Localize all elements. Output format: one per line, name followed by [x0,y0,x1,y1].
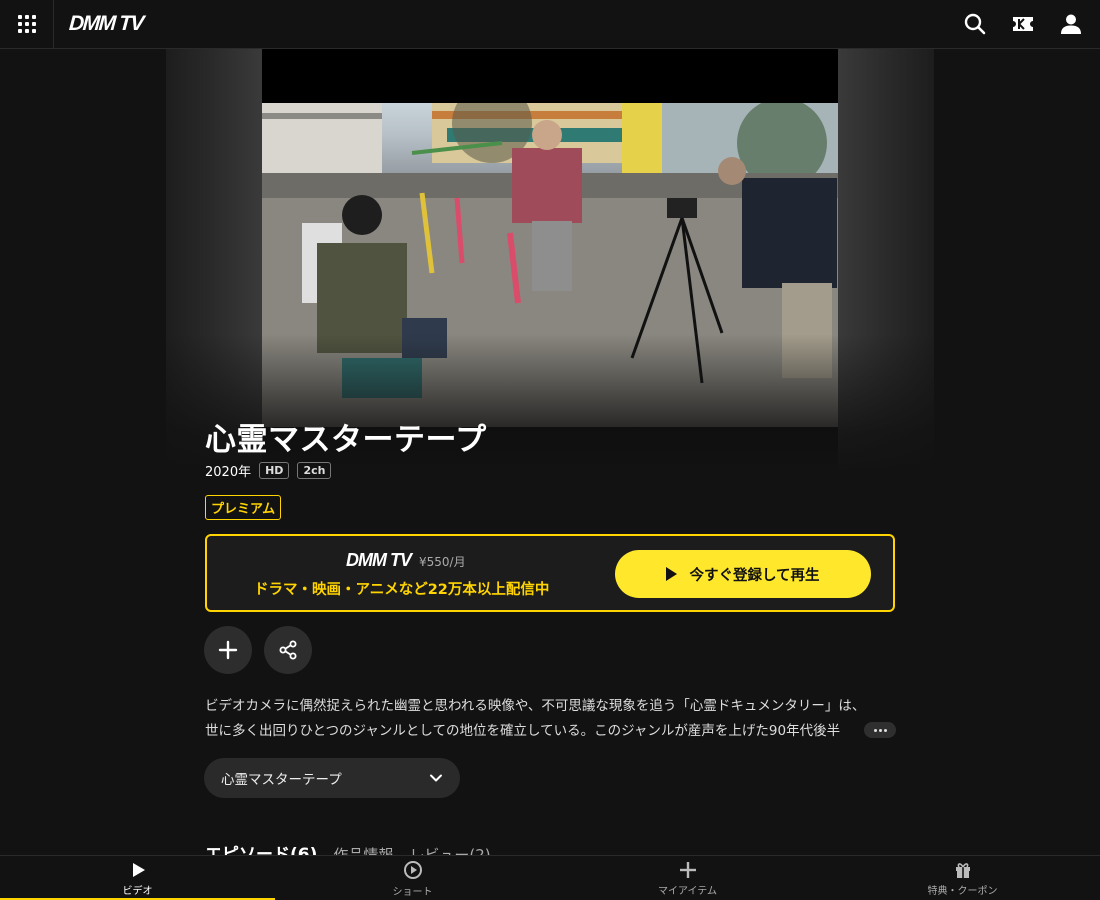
nav-short-label: ショート [392,886,433,898]
hero-banner [166,49,934,474]
nav-short[interactable]: ショート [275,856,550,900]
search-button[interactable] [961,10,989,38]
subscription-tagline: ドラマ・映画・アニメなど22万本以上配信中 [254,582,550,598]
subscription-price: ¥550/月 [419,555,466,569]
play-icon [132,862,145,877]
description-line-1: ビデオカメラに偶然捉えられた幽霊と思われる映像や、不可思議な現象を追う「心霊ドキ… [205,698,866,714]
nav-video-label: ビデオ [122,885,153,897]
share-button[interactable] [264,626,312,674]
description: ビデオカメラに偶然捉えられた幽霊と思われる映像や、不可思議な現象を追う「心霊ドキ… [205,694,905,744]
subscription-box: DMM TV ¥550/月 ドラマ・映画・アニメなど22万本以上配信中 今すぐ登… [205,534,895,612]
short-video-icon [403,860,422,879]
share-icon [279,640,297,660]
chevron-down-icon [430,774,442,782]
dmm-tv-logo[interactable]: DMM TV [68,12,143,36]
nav-video[interactable]: ビデオ [0,856,275,900]
subscription-brand: DMM TV [346,550,412,570]
ticket-button[interactable] [1009,10,1037,38]
top-header: DMM TV [0,0,1100,49]
nav-my-items[interactable]: マイアイテム [550,856,825,900]
description-line-2: 世に多く出回りひとつのジャンルとしての地位を確立している。このジャンルが産声を上… [205,723,841,739]
account-button[interactable] [1057,10,1085,38]
audio-tag: 2ch [297,462,332,479]
bottom-navigation: ビデオ ショート マイアイテム 特典・クーポン [0,855,1100,900]
nav-benefits[interactable]: 特典・クーポン [825,856,1100,900]
hd-tag: HD [259,462,290,479]
release-year: 2020年 [205,465,252,480]
apps-menu-button[interactable] [0,0,54,49]
expand-description-button[interactable] [864,722,896,738]
plus-icon [218,640,238,660]
subscribe-play-button[interactable]: 今すぐ登録して再生 [615,550,871,598]
nav-my-items-label: マイアイテム [658,885,717,897]
subscription-logo: DMM TV ¥550/月 [346,550,466,571]
play-icon [666,567,678,581]
video-meta: 2020年 HD 2ch [205,461,332,480]
premium-badge: プレミアム [205,495,282,520]
season-selector-label: 心霊マスターテープ [221,772,342,788]
add-to-list-button[interactable] [204,626,252,674]
season-selector[interactable]: 心霊マスターテープ [204,758,460,798]
nav-benefits-label: 特典・クーポン [927,885,998,897]
plus-icon [679,861,696,878]
search-icon [964,13,986,35]
gift-icon [955,862,970,878]
grid-icon [17,15,36,33]
page-title: 心霊マスターテープ [205,422,487,458]
user-icon [1061,14,1081,34]
subscribe-play-label: 今すぐ登録して再生 [689,567,820,584]
ticket-icon [1013,17,1033,31]
